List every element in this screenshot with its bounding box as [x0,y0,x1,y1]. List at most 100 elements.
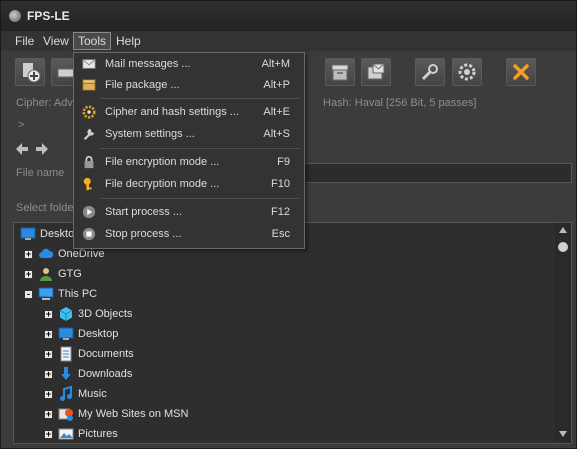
stop-icon [82,227,96,241]
menu-item-label: File decryption mode ... [105,178,220,190]
tree-node[interactable]: - This PC [14,284,554,304]
file-name-label: File name [16,167,65,179]
menu-item-shortcut: Alt+P [263,79,290,91]
cube-icon [58,306,74,322]
wrench-icon [82,127,96,141]
menu-item-label: File encryption mode ... [105,156,220,168]
title-bar: FPS-LE [1,1,576,31]
expand-icon[interactable]: + [44,310,53,319]
mail-package-button[interactable] [361,58,391,86]
envelope-icon [82,57,96,71]
package-icon [82,78,96,92]
tree-node[interactable]: + Pictures [14,424,554,443]
tree-node-label: Desktop [78,328,119,340]
menu-item-gear[interactable]: Cipher and hash settings ... Alt+E [75,101,303,123]
menu-item-package[interactable]: File package ... Alt+P [75,74,303,96]
package-icon [82,79,96,91]
menu-item-key[interactable]: File decryption mode ... F10 [75,173,303,195]
menu-file[interactable]: File [11,33,38,49]
expand-icon[interactable]: + [44,390,53,399]
archive-icon [331,64,349,81]
desktop-icon [58,326,74,342]
tree-node[interactable]: + Documents [14,344,554,364]
tree-node[interactable]: + GTG [14,264,554,284]
download-icon [61,367,71,380]
menu-item-label: Start process ... [105,206,183,218]
menu-item-wrench[interactable]: System settings ... Alt+S [75,123,303,145]
cube-icon [59,307,73,321]
menu-view[interactable]: View [39,33,73,49]
menu-item-shortcut: Alt+S [263,128,290,140]
expand-icon[interactable]: + [24,270,33,279]
system-settings-button[interactable] [415,58,445,86]
scroll-down-icon[interactable] [559,431,567,437]
add-file-icon [23,63,41,83]
user-icon [40,268,52,281]
cancel-button[interactable] [506,58,536,86]
scroll-up-icon[interactable] [559,227,567,233]
menu-item-lock[interactable]: File encryption mode ... F9 [75,151,303,173]
cipher-settings-button[interactable] [452,58,482,86]
select-folder-label: Select folde [16,202,74,214]
expand-icon[interactable]: + [44,330,53,339]
close-icon [513,64,529,80]
tree-node[interactable]: + Desktop [14,324,554,344]
gear-icon [458,63,476,81]
document-icon [60,346,72,362]
menu-item-label: Stop process ... [105,228,182,240]
pictures-icon [58,428,74,440]
collapse-icon[interactable]: - [24,290,33,299]
desktop-icon [58,327,74,340]
tree-node-label: Pictures [78,428,118,440]
cipher-label: Cipher: Adv [16,97,73,109]
scroll-thumb[interactable] [558,242,568,252]
menu-help[interactable]: Help [112,33,145,49]
lock-icon [82,155,96,169]
menu-item-stop[interactable]: Stop process ... Esc [75,223,303,245]
wrench-gear-icon [421,64,438,81]
menu-item-shortcut: Esc [271,228,290,240]
menu-item-envelope[interactable]: Mail messages ... Alt+M [75,53,303,75]
expand-icon[interactable]: + [44,410,53,419]
cloud-icon [39,248,54,258]
forward-arrow-icon[interactable] [35,142,49,156]
tree-node[interactable]: + My Web Sites on MSN [14,404,554,424]
archive-button[interactable] [325,58,355,86]
tree-node-label: This PC [58,288,98,300]
menu-item-play[interactable]: Start process ... F12 [75,201,303,223]
tree-node-label: 3D Objects [78,308,133,320]
websites-icon [58,408,73,421]
app-window: FPS-LE File View Tools Help Cipher: Adv … [0,0,577,449]
back-arrow-icon[interactable] [15,142,29,156]
user-icon [38,266,54,282]
menu-tools[interactable]: Tools [73,32,112,50]
menu-item-label: File package ... [105,79,180,91]
pictures-icon [58,426,74,442]
desktop-icon [20,227,36,240]
menu-item-label: Cipher and hash settings ... [105,106,239,118]
menu-item-shortcut: F9 [277,156,290,168]
key-icon [83,177,92,191]
expand-icon[interactable]: + [44,350,53,359]
tree-node[interactable]: + Music [14,384,554,404]
download-icon [58,366,74,382]
tree-node[interactable]: + Downloads [14,364,554,384]
music-icon [58,385,74,402]
tree-node-label: Music [78,388,107,400]
expand-icon[interactable]: + [44,370,53,379]
expand-icon[interactable]: + [44,430,53,439]
computer-icon [38,286,54,302]
desktop-icon [20,226,36,242]
app-logo-icon [9,10,21,22]
computer-icon [38,287,54,300]
add-file-button[interactable] [15,58,45,86]
file-name-input[interactable] [301,163,572,183]
tree-scrollbar[interactable] [555,223,571,443]
menu-bar: File View Tools Help [1,31,576,51]
tree-node[interactable]: +3D Objects [14,304,554,324]
menu-separator [100,198,300,199]
menu-item-shortcut: F12 [271,206,290,218]
menu-item-shortcut: Alt+M [261,58,290,70]
tree-node-label: My Web Sites on MSN [78,408,189,420]
expand-icon[interactable]: + [24,250,33,259]
